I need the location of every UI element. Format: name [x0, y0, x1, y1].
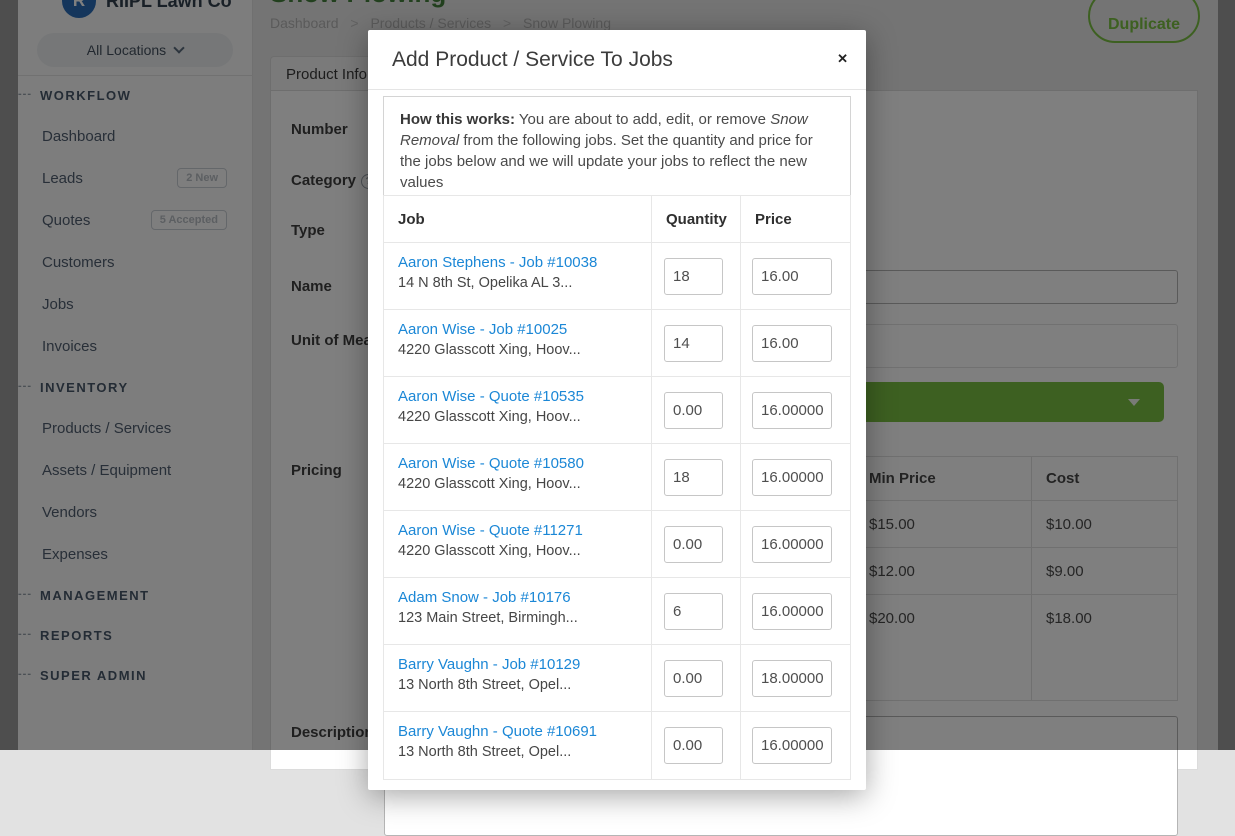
note-bold: How this works:	[400, 111, 515, 128]
price-input[interactable]	[752, 660, 832, 697]
price-input[interactable]	[752, 727, 832, 764]
job-link[interactable]: Aaron Wise - Quote #11271	[398, 522, 641, 539]
quantity-input[interactable]	[664, 526, 723, 563]
job-address: 4220 Glasscott Xing, Hoov...	[398, 476, 641, 492]
window-edge-left	[0, 0, 18, 750]
price-input[interactable]	[752, 258, 832, 295]
jobs-header-price: Price	[741, 196, 852, 242]
jobs-header-quantity: Quantity	[652, 196, 741, 242]
job-row: Barry Vaughn - Quote #10691 13 North 8th…	[384, 712, 850, 779]
job-address: 4220 Glasscott Xing, Hoov...	[398, 543, 641, 559]
modal-header: Add Product / Service To Jobs ✕	[368, 30, 866, 90]
job-link[interactable]: Aaron Wise - Job #10025	[398, 321, 641, 338]
jobs-table: Job Quantity Price Aaron Stephens - Job …	[383, 195, 851, 780]
job-link[interactable]: Adam Snow - Job #10176	[398, 589, 641, 606]
modal-title: Add Product / Service To Jobs	[392, 48, 673, 72]
job-link[interactable]: Aaron Stephens - Job #10038	[398, 254, 641, 271]
job-address: 13 North 8th Street, Opel...	[398, 677, 641, 693]
how-this-works-note: How this works: You are about to add, ed…	[383, 96, 851, 206]
job-address: 13 North 8th Street, Opel...	[398, 744, 641, 760]
price-input[interactable]	[752, 459, 832, 496]
job-row: Aaron Stephens - Job #10038 14 N 8th St,…	[384, 243, 850, 310]
quantity-input[interactable]	[664, 593, 723, 630]
job-row: Aaron Wise - Quote #10535 4220 Glasscott…	[384, 377, 850, 444]
jobs-table-header: Job Quantity Price	[384, 196, 850, 243]
price-input[interactable]	[752, 593, 832, 630]
jobs-header-job: Job	[384, 196, 652, 242]
note-text-2: from the following jobs. Set the quantit…	[400, 132, 813, 191]
add-product-service-modal: Add Product / Service To Jobs ✕ How this…	[368, 30, 866, 790]
quantity-input[interactable]	[664, 459, 723, 496]
job-row: Aaron Wise - Quote #11271 4220 Glasscott…	[384, 511, 850, 578]
quantity-input[interactable]	[664, 392, 723, 429]
job-link[interactable]: Aaron Wise - Quote #10580	[398, 455, 641, 472]
job-link[interactable]: Aaron Wise - Quote #10535	[398, 388, 641, 405]
quantity-input[interactable]	[664, 660, 723, 697]
price-input[interactable]	[752, 526, 832, 563]
price-input[interactable]	[752, 325, 832, 362]
job-link[interactable]: Barry Vaughn - Job #10129	[398, 656, 641, 673]
window-edge-right	[1218, 0, 1235, 750]
price-input[interactable]	[752, 392, 832, 429]
quantity-input[interactable]	[664, 325, 723, 362]
job-row: Barry Vaughn - Job #10129 13 North 8th S…	[384, 645, 850, 712]
jobs-rows: Aaron Stephens - Job #10038 14 N 8th St,…	[384, 243, 850, 779]
job-row: Aaron Wise - Quote #10580 4220 Glasscott…	[384, 444, 850, 511]
job-address: 14 N 8th St, Opelika AL 3...	[398, 275, 641, 291]
job-row: Aaron Wise - Job #10025 4220 Glasscott X…	[384, 310, 850, 377]
job-address: 123 Main Street, Birmingh...	[398, 610, 641, 626]
close-icon[interactable]: ✕	[837, 51, 848, 67]
quantity-input[interactable]	[664, 727, 723, 764]
job-row: Adam Snow - Job #10176 123 Main Street, …	[384, 578, 850, 645]
job-address: 4220 Glasscott Xing, Hoov...	[398, 342, 641, 358]
note-text-1: You are about to add, edit, or remove	[515, 111, 770, 128]
job-address: 4220 Glasscott Xing, Hoov...	[398, 409, 641, 425]
job-link[interactable]: Barry Vaughn - Quote #10691	[398, 723, 641, 740]
quantity-input[interactable]	[664, 258, 723, 295]
